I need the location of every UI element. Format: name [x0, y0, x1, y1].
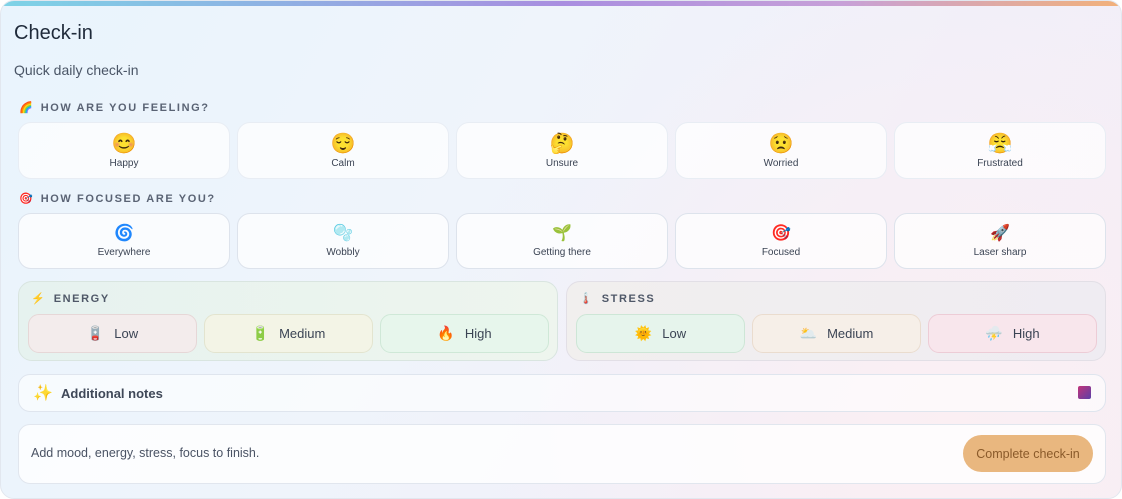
focus-section-label: 🎯 HOW FOCUSED ARE YOU? [19, 192, 216, 206]
option-label: Medium [279, 326, 326, 341]
completion-hint: Add mood, energy, stress, focus to finis… [31, 446, 260, 460]
energy-option-high[interactable]: 🔥 High [380, 314, 549, 353]
battery-icon: 🔋 [251, 325, 270, 341]
option-label: High [1012, 326, 1040, 341]
option-label: Low [114, 326, 139, 341]
page-title: Check-in [14, 22, 93, 44]
gradient-accent-bar [1, 1, 1121, 6]
option-label: Low [662, 326, 687, 341]
thermometer-icon: 🌡️ [579, 293, 593, 305]
spiral-icon: 🌀 [114, 225, 134, 242]
energy-section-label: ⚡ ENERGY [31, 292, 110, 306]
feeling-option-unsure[interactable]: 🤔 Unsure [456, 122, 668, 179]
worried-face-icon: 😟 [768, 133, 794, 155]
energy-option-low[interactable]: 🪫 Low [28, 314, 197, 353]
notes-expand-icon[interactable] [1078, 386, 1091, 399]
target-icon: 🎯 [19, 193, 33, 205]
focus-option-everywhere[interactable]: 🌀 Everywhere [18, 213, 230, 269]
smiling-face-icon: 😊 [111, 133, 137, 155]
steaming-face-icon: 😤 [987, 133, 1013, 155]
energy-panel: ⚡ ENERGY 🪫 Low 🔋 Medium 🔥 High [18, 281, 558, 361]
rainbow-icon: 🌈 [19, 102, 33, 114]
option-label: Focused [761, 247, 801, 258]
stress-heading: STRESS [601, 292, 656, 305]
lightning-icon: ⚡ [31, 293, 45, 305]
energy-heading: ENERGY [53, 292, 110, 305]
feeling-options: 😊 Happy 😌 Calm 🤔 Unsure 😟 Worried 😤 Frus… [18, 122, 1106, 179]
bullseye-icon: 🎯 [771, 225, 791, 242]
option-label: Everywhere [97, 247, 151, 258]
storm-cloud-icon: ⛈️ [985, 325, 1003, 341]
checkin-footer: Add mood, energy, stress, focus to finis… [18, 424, 1106, 484]
complete-checkin-button[interactable]: Complete check-in [963, 435, 1093, 472]
option-label: Calm [331, 158, 355, 169]
option-label: Worried [763, 158, 799, 169]
feeling-option-worried[interactable]: 😟 Worried [675, 122, 887, 179]
focus-option-getting-there[interactable]: 🌱 Getting there [456, 213, 668, 269]
stress-options: 🌞 Low 🌥️ Medium ⛈️ High [576, 314, 1097, 353]
focus-options: 🌀 Everywhere 🫧 Wobbly 🌱 Getting there 🎯 … [18, 213, 1106, 269]
option-label: Wobbly [326, 247, 360, 258]
feeling-option-happy[interactable]: 😊 Happy [18, 122, 230, 179]
feeling-heading: HOW ARE YOU FEELING? [40, 101, 210, 114]
option-label: Happy [109, 158, 139, 169]
energy-option-medium[interactable]: 🔋 Medium [204, 314, 373, 353]
rocket-icon: 🚀 [990, 225, 1010, 242]
feeling-option-calm[interactable]: 😌 Calm [237, 122, 449, 179]
option-label: Laser sharp [973, 247, 1027, 258]
thinking-face-icon: 🤔 [549, 133, 575, 155]
checkin-card: Check-in Quick daily check-in 🌈 HOW ARE … [0, 0, 1122, 499]
option-label: Unsure [545, 158, 579, 169]
energy-options: 🪫 Low 🔋 Medium 🔥 High [28, 314, 549, 353]
option-label: High [464, 326, 492, 341]
stress-panel: 🌡️ STRESS 🌞 Low 🌥️ Medium ⛈️ High [566, 281, 1106, 361]
fire-icon: 🔥 [437, 325, 455, 341]
seedling-icon: 🌱 [552, 225, 572, 242]
sun-behind-cloud-icon: 🌥️ [799, 325, 818, 341]
notes-label: Additional notes [61, 386, 163, 401]
sun-icon: 🌞 [634, 325, 653, 341]
option-label: Getting there [533, 247, 591, 258]
feeling-option-frustrated[interactable]: 😤 Frustrated [894, 122, 1106, 179]
bubbles-icon: 🫧 [333, 225, 353, 242]
low-battery-icon: 🪫 [86, 325, 105, 341]
option-label: Frustrated [977, 158, 1023, 169]
stress-option-low[interactable]: 🌞 Low [576, 314, 745, 353]
sparkles-icon: ✨ [33, 385, 53, 402]
focus-option-focused[interactable]: 🎯 Focused [675, 213, 887, 269]
option-label: Medium [827, 326, 874, 341]
stress-option-medium[interactable]: 🌥️ Medium [752, 314, 921, 353]
relieved-face-icon: 😌 [330, 133, 356, 155]
stress-option-high[interactable]: ⛈️ High [928, 314, 1097, 353]
stress-section-label: 🌡️ STRESS [579, 292, 656, 306]
additional-notes-toggle[interactable]: ✨ Additional notes [18, 374, 1106, 412]
feeling-section-label: 🌈 HOW ARE YOU FEELING? [19, 101, 210, 115]
page-subtitle: Quick daily check-in [14, 62, 139, 78]
focus-option-laser-sharp[interactable]: 🚀 Laser sharp [894, 213, 1106, 269]
focus-option-wobbly[interactable]: 🫧 Wobbly [237, 213, 449, 269]
focus-heading: HOW FOCUSED ARE YOU? [40, 192, 216, 205]
